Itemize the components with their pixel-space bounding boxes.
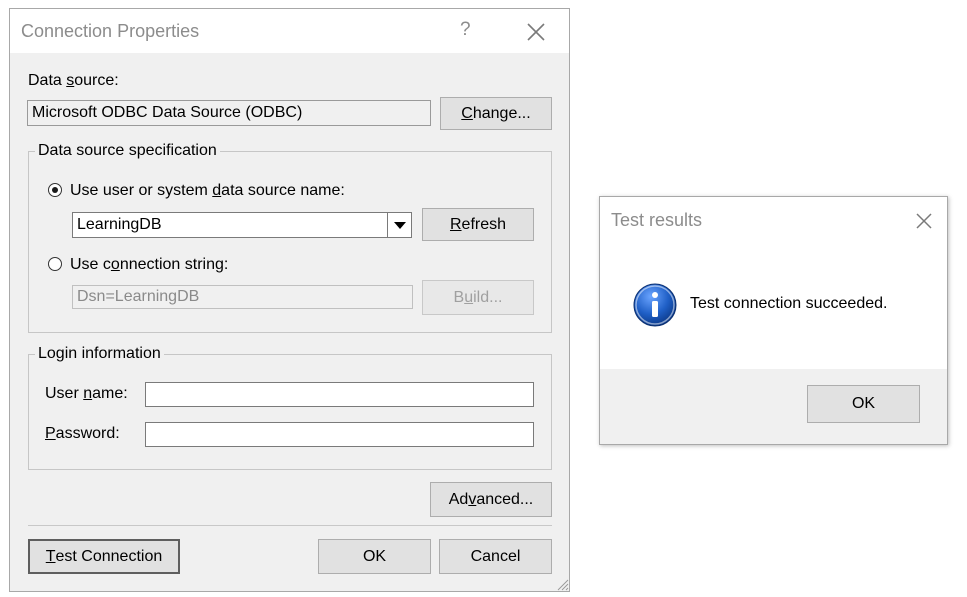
username-label: User name: bbox=[45, 385, 128, 402]
chevron-down-icon[interactable] bbox=[387, 213, 411, 237]
data-source-specification-legend: Data source specification bbox=[35, 142, 220, 160]
test-results-message: Test connection succeeded. bbox=[690, 295, 888, 312]
information-icon bbox=[633, 283, 677, 327]
dsn-radio[interactable] bbox=[48, 183, 62, 197]
connection-string-field: Dsn=LearningDB bbox=[72, 285, 413, 309]
refresh-button[interactable]: Refresh bbox=[422, 208, 534, 241]
close-icon[interactable] bbox=[914, 211, 934, 231]
connection-string-radio[interactable] bbox=[48, 257, 62, 271]
test-results-dialog: Test results Test connection succeeded. … bbox=[599, 196, 948, 445]
ok-button[interactable]: OK bbox=[318, 539, 431, 574]
login-information-group bbox=[28, 354, 552, 470]
close-icon[interactable] bbox=[525, 21, 547, 43]
build-button: Bu ild... bbox=[422, 280, 534, 315]
dialog-title: Connection Properties bbox=[21, 21, 200, 41]
cancel-button[interactable]: Cancel bbox=[439, 539, 552, 574]
password-field[interactable] bbox=[145, 422, 534, 447]
test-results-footer: OK bbox=[600, 369, 947, 444]
connection-properties-dialog: Connection Properties ? Data source: Mic… bbox=[9, 8, 570, 592]
advanced-button[interactable]: Ad v anced... bbox=[430, 482, 552, 517]
password-label: Password: bbox=[45, 425, 120, 442]
connection-string-radio-label[interactable]: Use connection string: bbox=[70, 256, 228, 274]
test-connection-button[interactable]: Test Connection bbox=[28, 539, 180, 574]
data-source-field: Microsoft ODBC Data Source (ODBC) bbox=[27, 100, 431, 126]
login-information-legend: Login information bbox=[35, 345, 164, 363]
title-bar: Connection Properties ? bbox=[10, 9, 569, 53]
username-field[interactable] bbox=[145, 382, 534, 407]
help-button[interactable]: ? bbox=[460, 19, 471, 41]
test-results-ok-button[interactable]: OK bbox=[807, 385, 920, 423]
change-button[interactable]: Change... bbox=[440, 97, 552, 130]
separator bbox=[28, 525, 552, 526]
dsn-select-value: LearningDB bbox=[77, 216, 162, 233]
test-results-title: Test results bbox=[611, 210, 703, 230]
resize-grip-icon[interactable] bbox=[555, 577, 569, 591]
dsn-radio-label[interactable]: Use user or system data source name: bbox=[70, 182, 345, 200]
data-source-label: Data source: bbox=[28, 72, 119, 89]
dsn-select[interactable]: LearningDB bbox=[72, 212, 412, 238]
